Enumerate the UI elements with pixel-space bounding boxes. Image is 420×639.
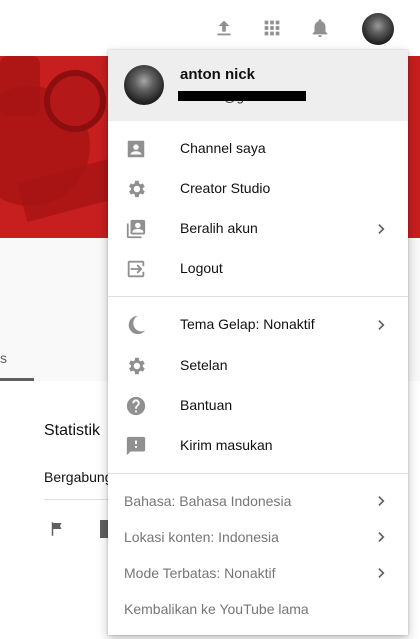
menu-item-label: Kembalikan ke YouTube lama bbox=[124, 601, 309, 617]
gear-icon bbox=[124, 177, 148, 201]
menu-item-kirim-masukan[interactable]: Kirim masukan bbox=[108, 426, 408, 466]
moon-icon bbox=[124, 313, 148, 337]
account-menu: anton nick anton...@gmail.com Channel sa… bbox=[108, 50, 408, 635]
menu-item-label: Channel saya bbox=[180, 140, 266, 156]
menu-item-label: Kirim masukan bbox=[180, 437, 273, 453]
account-avatar-large bbox=[124, 65, 164, 105]
youtube-channel-page: s Statistik Bergabung anton nick anton..… bbox=[0, 0, 420, 639]
menu-item-bantuan[interactable]: Bantuan bbox=[108, 386, 408, 426]
menu-item-label: Mode Terbatas: Nonaktif bbox=[124, 565, 276, 581]
menu-item-channel-saya[interactable]: Channel saya bbox=[108, 129, 408, 169]
menu-item-label: Bahasa: Bahasa Indonesia bbox=[124, 493, 292, 509]
switch-account-icon bbox=[124, 217, 148, 241]
menu-divider bbox=[108, 296, 408, 297]
menu-item-label: Setelan bbox=[180, 357, 228, 373]
email-redaction-bar bbox=[178, 91, 306, 101]
menu-item-label: Beralih akun bbox=[180, 220, 258, 236]
account-avatar[interactable] bbox=[362, 13, 394, 45]
chevron-right-icon bbox=[372, 219, 392, 239]
chevron-right-icon bbox=[372, 527, 392, 547]
menu-item-kembalikan-youtube-lama[interactable]: Kembalikan ke YouTube lama bbox=[108, 591, 408, 627]
menu-item-label: Bantuan bbox=[180, 397, 233, 413]
menu-item-label: Creator Studio bbox=[180, 180, 271, 196]
notifications-bell-icon[interactable] bbox=[308, 16, 332, 40]
upload-icon[interactable] bbox=[212, 16, 236, 40]
chevron-right-icon bbox=[372, 563, 392, 583]
chevron-right-icon bbox=[372, 491, 392, 511]
flag-icon[interactable] bbox=[48, 520, 66, 538]
film-reel-graphic bbox=[44, 70, 106, 132]
menu-item-bahasa[interactable]: Bahasa: Bahasa Indonesia bbox=[108, 483, 408, 519]
help-icon bbox=[124, 394, 148, 418]
account-header: anton nick anton...@gmail.com bbox=[108, 50, 408, 121]
menu-item-logout[interactable]: Logout bbox=[108, 249, 408, 289]
menu-item-label: Lokasi konten: Indonesia bbox=[124, 529, 279, 545]
account-name: anton nick bbox=[180, 66, 256, 83]
chevron-right-icon bbox=[372, 315, 392, 335]
menu-item-setelan[interactable]: Setelan bbox=[108, 346, 408, 386]
tab-label-fragment[interactable]: s bbox=[0, 350, 7, 366]
logout-icon bbox=[124, 257, 148, 281]
joined-label: Bergabung bbox=[44, 469, 113, 485]
top-app-bar bbox=[0, 0, 420, 56]
menu-item-tema-gelap[interactable]: Tema Gelap: Nonaktif bbox=[108, 305, 408, 345]
menu-item-label: Logout bbox=[180, 260, 223, 276]
stats-heading: Statistik bbox=[44, 422, 101, 439]
account-box-icon bbox=[124, 137, 148, 161]
menu-item-mode-terbatas[interactable]: Mode Terbatas: Nonaktif bbox=[108, 555, 408, 591]
menu-divider bbox=[108, 473, 408, 474]
feedback-icon bbox=[124, 434, 148, 458]
menu-item-creator-studio[interactable]: Creator Studio bbox=[108, 169, 408, 209]
menu-item-beralih-akun[interactable]: Beralih akun bbox=[108, 209, 408, 249]
menu-item-lokasi-konten[interactable]: Lokasi konten: Indonesia bbox=[108, 519, 408, 555]
menu-item-label: Tema Gelap: Nonaktif bbox=[180, 316, 315, 332]
settings-icon bbox=[124, 354, 148, 378]
apps-grid-icon[interactable] bbox=[260, 16, 284, 40]
